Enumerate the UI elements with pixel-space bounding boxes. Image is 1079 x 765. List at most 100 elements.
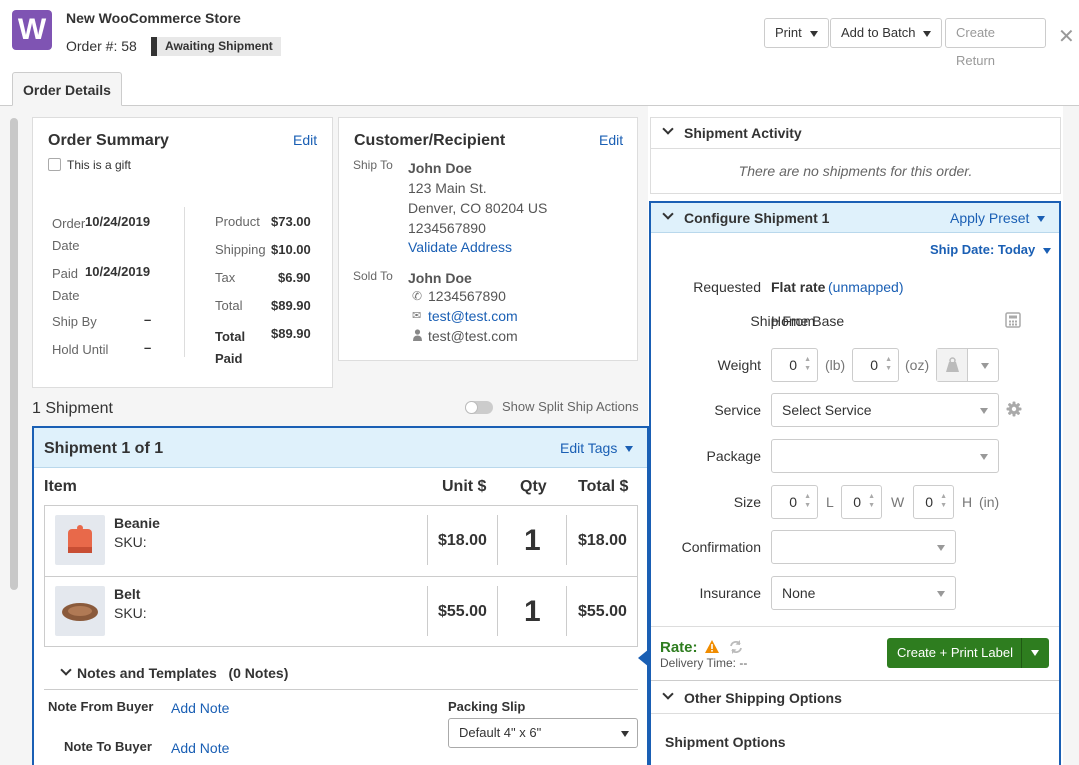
weight-oz-input[interactable]: 0 ▲ ▼ — [852, 348, 899, 382]
add-note-to-buyer-link[interactable]: Add Note — [171, 740, 229, 756]
sold-to-label: Sold To — [353, 269, 393, 283]
split-ship-toggle[interactable] — [465, 401, 493, 414]
tab-bar — [0, 72, 1079, 106]
scrollbar[interactable] — [10, 118, 18, 590]
shipping-value: $10.00 — [271, 242, 311, 257]
notes-title-text: Notes and Templates — [77, 665, 217, 681]
print-button[interactable]: Print — [764, 18, 829, 48]
add-to-batch-button[interactable]: Add to Batch — [830, 18, 943, 48]
order-summary-edit-link[interactable]: Edit — [293, 132, 317, 148]
item-name: Belt — [114, 586, 141, 602]
w-unit: W — [891, 494, 905, 510]
add-note-from-buyer-link[interactable]: Add Note — [171, 700, 229, 716]
ship-by-value: – — [144, 312, 152, 327]
item-unit: $55.00 — [438, 603, 487, 620]
phone-icon: ✆ — [412, 289, 423, 303]
other-options-toggle[interactable] — [662, 688, 682, 704]
weight-lb-input[interactable]: 0 ▲ ▼ — [771, 348, 818, 382]
size-label: Size — [733, 494, 761, 510]
configure-toggle[interactable] — [662, 208, 682, 224]
chevron-down-icon — [60, 664, 72, 676]
insurance-select[interactable]: None — [771, 576, 956, 610]
add-to-batch-label: Add to Batch — [841, 25, 916, 40]
gift-checkbox[interactable] — [48, 158, 61, 171]
apply-preset-button[interactable]: Apply Preset — [950, 210, 1046, 226]
tab-order-details[interactable]: Order Details — [12, 72, 122, 106]
chevron-down-icon — [625, 446, 634, 453]
requested-label: Requested — [693, 279, 761, 295]
sold-to-email[interactable]: test@test.com — [428, 308, 518, 324]
requested-unmapped-link[interactable]: (unmapped) — [828, 279, 904, 295]
paid-date-label: Paid Date — [52, 266, 80, 303]
email-icon: ✉ — [412, 310, 422, 322]
col-unit: Unit $ — [442, 478, 487, 495]
l-unit: L — [826, 494, 834, 510]
packing-slip-label: Packing Slip — [448, 699, 526, 714]
ship-to-label: Ship To — [353, 158, 393, 172]
chevron-down-icon — [809, 30, 818, 37]
calculator-icon[interactable] — [1005, 312, 1021, 328]
gear-icon[interactable] — [1006, 401, 1022, 417]
chevron-down-icon[interactable] — [1031, 650, 1039, 656]
divider — [427, 515, 428, 565]
divider — [497, 515, 498, 565]
col-total: Total $ — [578, 478, 629, 495]
item-name: Beanie — [114, 515, 160, 531]
edit-tags-button[interactable]: Edit Tags — [560, 440, 634, 456]
other-options-title: Other Shipping Options — [684, 690, 842, 706]
spinner-icon[interactable]: ▲ ▼ — [804, 492, 811, 510]
chevron-down-icon — [937, 591, 945, 597]
chevron-down-icon — [937, 545, 945, 551]
size-height-input[interactable]: 0 ▲ ▼ — [913, 485, 954, 519]
scale-button[interactable] — [936, 348, 999, 382]
confirmation-select[interactable] — [771, 530, 956, 564]
divider — [44, 576, 638, 577]
total-paid-label: Total Paid — [215, 329, 246, 366]
print-label: Print — [775, 25, 802, 40]
ship-date-label: Ship Date: — [930, 242, 995, 257]
hold-until-label: Hold Until — [52, 342, 109, 357]
weight-lb-value: 0 — [789, 357, 797, 373]
spinner-icon[interactable]: ▲ ▼ — [940, 492, 947, 510]
package-select[interactable] — [771, 439, 999, 473]
spinner-icon[interactable]: ▲ ▼ — [885, 355, 892, 373]
size-length-input[interactable]: 0 ▲ ▼ — [771, 485, 818, 519]
chevron-down-icon — [923, 30, 932, 37]
ship-to-address-line2: Denver, CO 80204 US — [408, 200, 548, 216]
spinner-icon[interactable]: ▲ ▼ — [804, 355, 811, 373]
hold-until-value: – — [144, 340, 152, 355]
insurance-label: Insurance — [699, 585, 761, 601]
product-thumbnail — [55, 515, 105, 565]
delivery-time: Delivery Time: -- — [660, 656, 748, 670]
divider — [651, 713, 1059, 714]
close-icon[interactable]: ✕ — [1058, 24, 1075, 49]
divider — [651, 626, 1059, 627]
package-label: Package — [706, 448, 761, 464]
shipment-activity-toggle[interactable] — [662, 123, 682, 139]
create-return-button[interactable]: Create Return — [945, 18, 1046, 68]
size-length-value: 0 — [789, 494, 797, 510]
packing-slip-select[interactable]: Default 4" x 6" — [448, 718, 638, 748]
user-icon — [413, 329, 422, 341]
note-to-buyer-label: Note To Buyer — [64, 739, 152, 754]
split-ship-label: Show Split Ship Actions — [502, 399, 639, 414]
divider — [566, 586, 567, 636]
edit-tags-label: Edit Tags — [560, 440, 618, 456]
service-select[interactable]: Select Service — [771, 393, 999, 427]
create-print-label-button[interactable]: Create + Print Label — [887, 638, 1049, 668]
size-width-input[interactable]: 0 ▲ ▼ — [841, 485, 882, 519]
configure-title: Configure Shipment 1 — [684, 210, 830, 226]
chevron-down-icon — [662, 208, 674, 220]
divider — [651, 680, 1059, 681]
paid-date-value: 10/24/2019 — [85, 264, 151, 279]
ship-date-button[interactable]: Ship Date: Today — [930, 242, 1052, 257]
shipping-label: Shipping — [215, 242, 266, 257]
service-value: Select Service — [782, 402, 872, 418]
customer-edit-link[interactable]: Edit — [599, 132, 623, 148]
validate-address-link[interactable]: Validate Address — [408, 239, 512, 255]
refresh-icon[interactable] — [727, 638, 745, 656]
order-date-value: 10/24/2019 — [85, 214, 151, 229]
spinner-icon[interactable]: ▲ ▼ — [868, 492, 875, 510]
warning-icon — [704, 639, 720, 654]
weight-oz-value: 0 — [870, 357, 878, 373]
